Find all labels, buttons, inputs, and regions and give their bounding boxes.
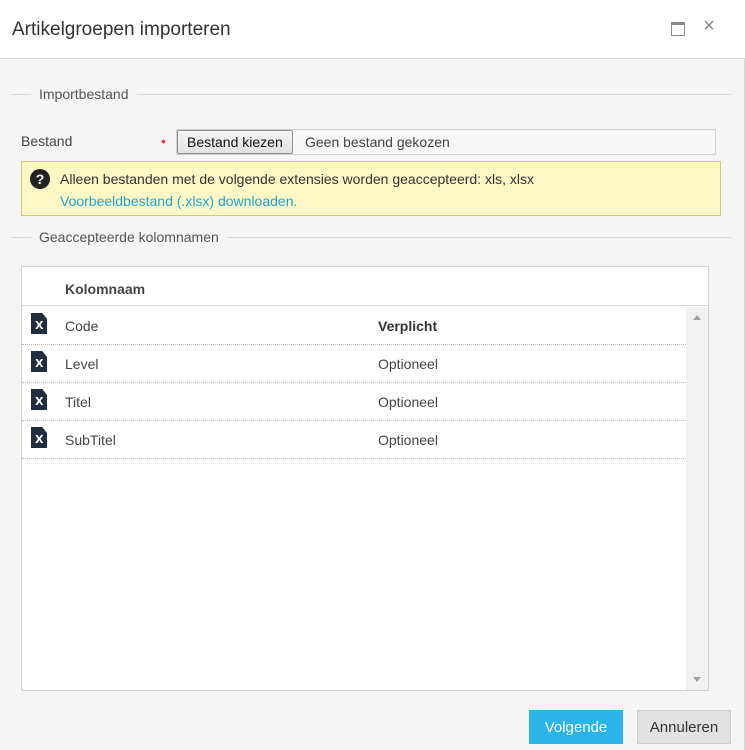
columns-section-legend: Geaccepteerde kolomnamen	[11, 227, 731, 247]
columns-section-title: Geaccepteerde kolomnamen	[39, 229, 219, 245]
grid-body: X Code Verplicht X Level Optioneel X Tit…	[22, 307, 686, 690]
column-status-cell: Optioneel	[378, 394, 438, 410]
import-dialog: Artikelgroepen importeren × Importbestan…	[0, 0, 745, 750]
download-example-link[interactable]: Voorbeeldbestand (.xlsx) downloaden.	[60, 193, 297, 209]
choose-file-button[interactable]: Bestand kiezen	[177, 130, 293, 154]
columns-grid: Kolomnaam X Code Verplicht X Level Optio…	[21, 266, 709, 691]
close-icon[interactable]: ×	[701, 14, 717, 38]
column-name-cell: SubTitel	[65, 432, 116, 448]
maximize-icon[interactable]	[671, 22, 685, 36]
column-status-cell: Verplicht	[378, 318, 438, 334]
info-notice: ? Alleen bestanden met de volgende exten…	[21, 161, 721, 216]
column-status-cell: Optioneel	[378, 356, 438, 372]
table-row[interactable]: X Code Verplicht	[22, 307, 686, 345]
table-row[interactable]: X Level Optioneel	[22, 345, 686, 383]
column-status-cell: Optioneel	[378, 432, 438, 448]
excel-file-icon: X	[31, 351, 47, 372]
dialog-titlebar: Artikelgroepen importeren ×	[0, 0, 745, 59]
excel-file-icon: X	[31, 313, 47, 334]
table-row[interactable]: X Titel Optioneel	[22, 383, 686, 421]
table-row[interactable]: X SubTitel Optioneel	[22, 421, 686, 459]
column-name-cell: Level	[65, 356, 99, 372]
file-input[interactable]: Bestand kiezen Geen bestand gekozen	[176, 129, 716, 155]
import-section-title: Importbestand	[39, 86, 129, 102]
column-name-cell: Titel	[65, 394, 91, 410]
import-section-legend: Importbestand	[11, 84, 731, 104]
file-status-text: Geen bestand gekozen	[305, 134, 450, 150]
column-header-kolomnaam[interactable]: Kolomnaam	[65, 281, 145, 297]
file-field-label: Bestand	[21, 133, 73, 149]
dialog-title: Artikelgroepen importeren	[12, 19, 231, 40]
excel-file-icon: X	[31, 389, 47, 410]
scroll-up-arrow-icon[interactable]	[693, 315, 701, 320]
question-circle-icon: ?	[30, 169, 50, 189]
column-name-cell: Code	[65, 318, 99, 334]
excel-file-icon: X	[31, 427, 47, 448]
scroll-down-arrow-icon[interactable]	[693, 677, 701, 682]
cancel-button[interactable]: Annuleren	[637, 710, 731, 744]
grid-scrollbar[interactable]	[686, 307, 708, 690]
grid-header: Kolomnaam	[22, 267, 708, 306]
next-button[interactable]: Volgende	[529, 710, 623, 744]
info-message: Alleen bestanden met de volgende extensi…	[60, 171, 534, 187]
required-marker: •	[161, 133, 166, 149]
